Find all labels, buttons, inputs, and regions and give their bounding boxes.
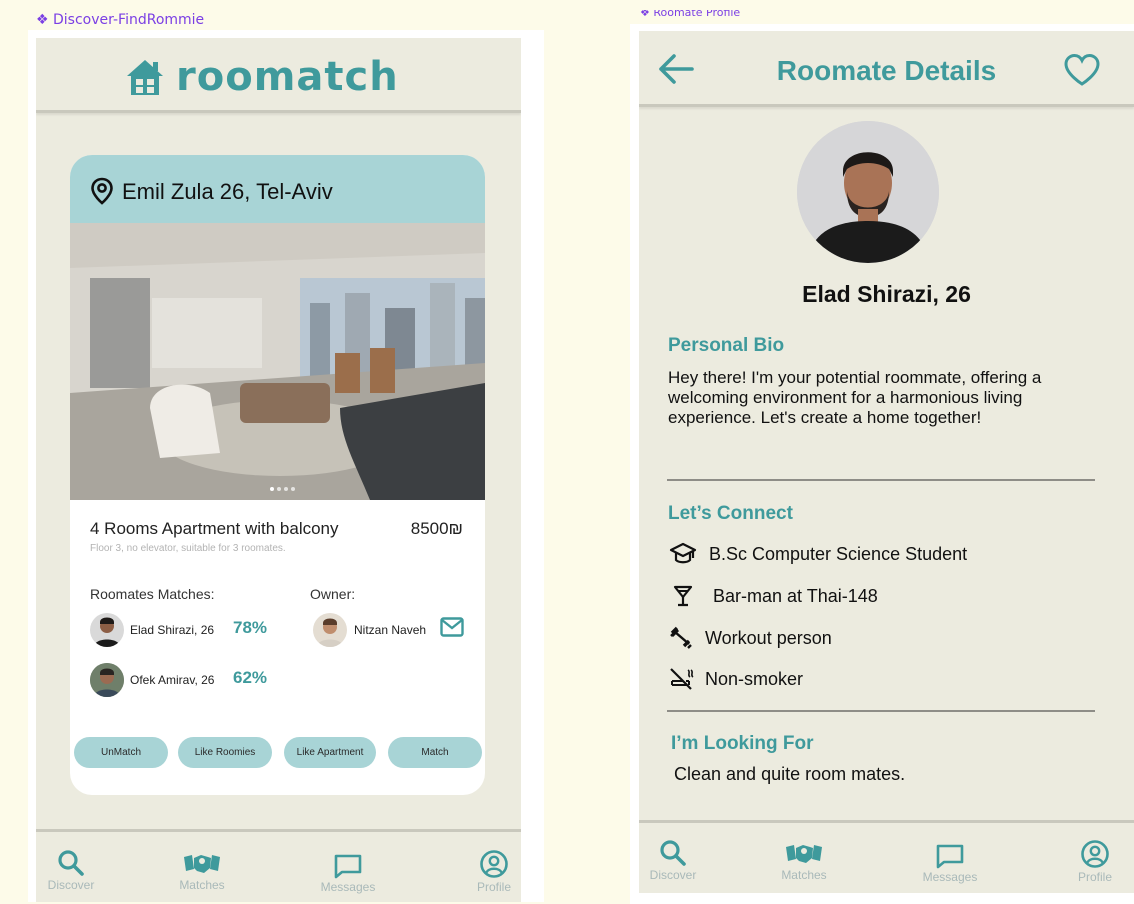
profile-header: Roomate Details [639, 31, 1134, 107]
nav-profile[interactable]: Profile [454, 849, 521, 894]
apartment-address: Emil Zula 26, Tel-Aviv [122, 179, 333, 204]
nav-label: Matches [179, 878, 225, 892]
handshake-icon [764, 841, 844, 867]
card-header: Emil Zula 26, Tel-Aviv [70, 155, 485, 223]
connect-item: Bar-man at Thai-148 [669, 583, 878, 609]
apartment-price: 8500₪ [410, 519, 463, 538]
nav-label: Matches [781, 868, 827, 882]
apartment-card[interactable]: Emil Zula 26, Tel-Aviv 4 Rooms Apartment… [70, 155, 485, 795]
owner-label: Owner: [310, 586, 356, 602]
avatar[interactable] [90, 613, 124, 647]
bottom-nav: Discover Matches Messages Profile [639, 820, 1134, 893]
nav-label: Discover [649, 868, 697, 882]
carousel-dot[interactable] [284, 487, 288, 491]
carousel-dot[interactable] [277, 487, 281, 491]
like-roomies-button[interactable]: Like Roomies [178, 737, 272, 768]
nav-messages[interactable]: Messages [308, 853, 388, 894]
carousel-dot[interactable] [291, 487, 295, 491]
chat-icon [308, 853, 388, 879]
profile-screen: Roomate Details Elad Shirazi, 26 Persona… [639, 31, 1134, 893]
nav-label: Discover [47, 878, 95, 892]
connect-item-text: Non-smoker [705, 668, 804, 689]
handshake-icon [162, 851, 242, 877]
page-title: Roomate Details [776, 55, 997, 86]
nav-matches[interactable]: Matches [764, 841, 844, 882]
brand-logo: roomatch [124, 54, 399, 100]
connect-item: B.Sc Computer Science Student [669, 541, 967, 567]
chat-icon [910, 843, 990, 869]
connect-heading: Let’s Connect [668, 503, 793, 524]
connect-item: Non-smoker [669, 666, 803, 692]
search-icon [36, 849, 111, 877]
heart-icon[interactable] [1063, 53, 1101, 92]
roommate-name: Ofek Amirav, 26 [130, 673, 215, 687]
brand-name: roomatch [176, 54, 399, 100]
bio-heading: Personal Bio [668, 335, 785, 356]
apartment-photo[interactable] [70, 223, 485, 500]
bio-text: Hey there! I'm your potential roommate, … [668, 368, 1042, 427]
search-icon [639, 839, 713, 867]
no-smoking-icon [669, 666, 699, 692]
nav-profile[interactable]: Profile [1055, 839, 1134, 884]
nav-label: Messages [320, 880, 376, 894]
cocktail-icon [669, 583, 699, 609]
connect-item: Workout person [669, 625, 832, 651]
divider [667, 479, 1095, 481]
carousel-dot[interactable] [270, 487, 274, 491]
match-percentage: 62% [233, 668, 268, 687]
living-room-image [70, 223, 485, 500]
bottom-nav: Discover Matches Messages Profile [36, 829, 521, 902]
connect-item-text: Bar-man at Thai-148 [713, 585, 878, 606]
nav-label: Profile [1077, 870, 1112, 884]
mail-icon[interactable] [440, 617, 464, 642]
like-apartment-button[interactable]: Like Apartment [284, 737, 376, 768]
connect-item-text: B.Sc Computer Science Student [709, 543, 968, 564]
profile-name: Elad Shirazi, 26 [802, 281, 971, 307]
discover-screen: roomatch Emil Zula 26, Tel-Aviv 4 Rooms … [36, 38, 521, 902]
owner-avatar[interactable] [313, 613, 347, 647]
profile-photo[interactable] [797, 121, 939, 263]
nav-discover[interactable]: Discover [639, 839, 713, 882]
nav-matches[interactable]: Matches [162, 851, 242, 892]
carousel-dots[interactable] [270, 487, 295, 491]
avatar[interactable] [90, 663, 124, 697]
house-icon [124, 57, 166, 97]
nav-label: Profile [476, 880, 511, 894]
looking-text: Clean and quite room mates. [674, 764, 906, 784]
nav-discover[interactable]: Discover [36, 849, 111, 892]
frame-label-profile: ❖ Roomate Profile [640, 10, 741, 19]
unmatch-button[interactable]: UnMatch [74, 737, 168, 768]
graduation-cap-icon [669, 541, 699, 567]
roommate-name: Elad Shirazi, 26 [130, 623, 215, 637]
owner-name: Nitzan Naveh [354, 623, 427, 637]
apartment-subtitle: Floor 3, no elevator, suitable for 3 roo… [90, 543, 286, 554]
user-circle-icon [454, 849, 521, 879]
discover-header: roomatch [36, 38, 521, 113]
divider [667, 710, 1095, 712]
location-pin-icon [90, 177, 114, 210]
connect-item-text: Workout person [705, 627, 832, 648]
roommates-label: Roomates Matches: [90, 586, 215, 602]
nav-label: Messages [922, 870, 978, 884]
user-circle-icon [1055, 839, 1134, 869]
nav-messages[interactable]: Messages [910, 843, 990, 884]
frame-label-discover: ❖ Discover-FindRommie [36, 12, 205, 28]
apartment-title: 4 Rooms Apartment with balcony [90, 519, 339, 538]
dumbbell-icon [669, 625, 699, 651]
match-percentage: 78% [233, 618, 268, 637]
looking-heading: I’m Looking For [671, 733, 814, 754]
match-button[interactable]: Match [388, 737, 482, 768]
